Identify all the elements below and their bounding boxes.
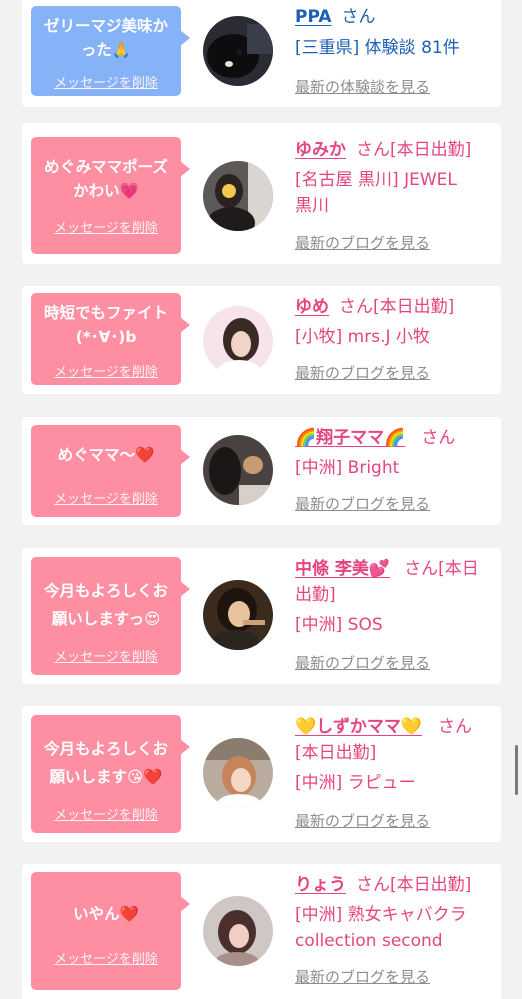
latest-blog-link[interactable]: 最新のブログを見る [295, 362, 430, 383]
sender-name-row: 中條 李美💕 さん[本日 [295, 556, 495, 582]
sender-info: 💛しずかママ💛 さん [本日出勤] [中洲] ラピュー [295, 714, 495, 796]
sender-info: PPA さん [三重県] 体験談 81件 [295, 4, 495, 61]
sender-info: りょう さん[本日出勤] [中洲] 熟女キャバクラ collection seco… [295, 872, 495, 954]
black-dog-avatar-icon[interactable] [203, 16, 273, 86]
woman-photo-avatar-icon[interactable] [203, 896, 273, 966]
sender-name-link[interactable]: ゆめ [295, 297, 329, 317]
attendance-status: [本日出勤] [373, 297, 455, 317]
message-bubble: いやん❤️ メッセージを削除 [31, 872, 190, 990]
sender-name-link[interactable]: ゆみか [295, 140, 346, 160]
message-text-line: 時短でもファイト [43, 304, 168, 322]
attendance-status: [本日出勤] [390, 140, 472, 160]
message-text-line: 今月もよろしくお [43, 740, 168, 758]
delete-message-link[interactable]: メッセージを削除 [31, 72, 181, 91]
message-card: 時短でもファイト (*･∀･)b メッセージを削除 ゆめ さん[本日出勤] [小牧… [22, 286, 501, 394]
attendance-status: [本日出勤] [295, 743, 377, 763]
message-text-line: いやん❤️ [73, 905, 139, 923]
message-text: 今月もよろしくお 願いしますっ😍 [37, 579, 175, 631]
message-text-line: ゼリーマジ美味か [43, 17, 168, 35]
message-text: めぐママ〜❤️ [37, 443, 175, 467]
latest-blog-link[interactable]: 最新のブログを見る [295, 810, 430, 831]
woman-photo-avatar-icon[interactable] [203, 435, 273, 505]
delete-message-link[interactable]: メッセージを削除 [31, 804, 181, 823]
message-text-line: 願いしますっ😍 [51, 610, 161, 628]
delete-message-link[interactable]: メッセージを削除 [31, 488, 181, 507]
honorific: さん [356, 875, 390, 895]
woman-photo-avatar-icon[interactable] [203, 161, 273, 231]
sender-name-row: 🌈翔子ママ🌈 さん [295, 425, 495, 451]
sender-shop-cont: 黒川 [295, 196, 329, 216]
sender-info: 🌈翔子ママ🌈 さん [中洲] Bright [295, 425, 495, 481]
sender-name-row: りょう さん[本日出勤] [295, 872, 495, 898]
delete-message-link[interactable]: メッセージを削除 [31, 361, 181, 380]
message-card: ゼリーマジ美味か った🙏 メッセージを削除 PPA さん [三重県] 体験談 81… [22, 0, 501, 107]
sender-shop: [中洲] SOS [295, 615, 383, 635]
sender-name-link[interactable]: 🌈翔子ママ🌈 [295, 428, 405, 448]
message-text-line: った🙏 [80, 41, 132, 59]
woman-photo-avatar-icon[interactable] [203, 580, 273, 650]
message-card: めぐママ〜❤️ メッセージを削除 🌈翔子ママ🌈 さん [中洲] Bright 最新… [22, 417, 501, 525]
sender-name-link[interactable]: 中條 李美💕 [295, 559, 390, 579]
sender-shop: [三重県] 体験談 81件 [295, 38, 460, 58]
message-text-line: 願いします😘❤️ [49, 768, 163, 786]
scrollbar[interactable] [515, 745, 518, 795]
sender-name-link[interactable]: PPA [295, 7, 332, 27]
sender-shop: [小牧] mrs.J 小牧 [295, 327, 430, 347]
latest-blog-link[interactable]: 最新のブログを見る [295, 232, 430, 253]
message-text: めぐみママポーズ かわい💗 [37, 155, 175, 203]
message-text: ゼリーマジ美味か った🙏 [37, 14, 175, 62]
sender-info: ゆみか さん[本日出勤] [名古屋 黒川] JEWEL 黒川 [295, 137, 495, 219]
sender-name-row: PPA さん [295, 4, 495, 30]
message-text-line: めぐみママポーズ [44, 158, 168, 176]
sender-shop: [中洲] ラピュー [295, 773, 416, 793]
sender-name-row: 💛しずかママ💛 さん [295, 714, 495, 740]
attendance-status-cont: 出勤] [295, 585, 336, 605]
honorific: さん [341, 7, 376, 27]
message-text-line: めぐママ〜❤️ [57, 446, 155, 464]
sender-name-row: ゆめ さん[本日出勤] [295, 294, 495, 320]
message-text: 今月もよろしくお 願いします😘❤️ [37, 737, 175, 789]
message-text: いやん❤️ [37, 902, 175, 926]
message-bubble: ゼリーマジ美味か った🙏 メッセージを削除 [31, 6, 190, 96]
sender-name-link[interactable]: 💛しずかママ💛 [295, 717, 422, 737]
sender-info: 中條 李美💕 さん[本日 出勤] [中洲] SOS [295, 556, 495, 638]
message-bubble: 今月もよろしくお 願いします😘❤️ メッセージを削除 [31, 715, 190, 833]
latest-blog-link[interactable]: 最新のブログを見る [295, 966, 430, 987]
message-card: いやん❤️ メッセージを削除 りょう さん[本日出勤] [中洲] 熟女キャバクラ … [22, 864, 501, 999]
woman-photo-avatar-icon[interactable] [203, 738, 273, 808]
attendance-status: [本日出勤] [390, 875, 472, 895]
sender-name-row: ゆみか さん[本日出勤] [295, 137, 495, 163]
delete-message-link[interactable]: メッセージを削除 [31, 646, 181, 665]
honorific: さん [339, 297, 373, 317]
message-text-line: (*･∀･)b [75, 328, 137, 346]
honorific: さん [356, 140, 390, 160]
message-text: 時短でもファイト (*･∀･)b [37, 301, 175, 349]
message-card: 今月もよろしくお 願いしますっ😍 メッセージを削除 中條 李美💕 さん[本日 出勤… [22, 548, 501, 684]
message-bubble: めぐママ〜❤️ メッセージを削除 [31, 425, 190, 517]
sender-name-link[interactable]: りょう [295, 875, 346, 895]
sender-shop: [中洲] 熟女キャバクラ [295, 905, 467, 925]
message-bubble: めぐみママポーズ かわい💗 メッセージを削除 [31, 137, 190, 254]
latest-blog-link[interactable]: 最新のブログを見る [295, 493, 430, 514]
message-card: 今月もよろしくお 願いします😘❤️ メッセージを削除 💛しずかママ💛 さん [本日… [22, 706, 501, 842]
message-text-line: かわい💗 [73, 182, 139, 200]
latest-blog-link[interactable]: 最新のブログを見る [295, 652, 430, 673]
message-bubble: 今月もよろしくお 願いしますっ😍 メッセージを削除 [31, 557, 190, 675]
honorific: さん [438, 717, 472, 737]
message-bubble: 時短でもファイト (*･∀･)b メッセージを削除 [31, 293, 190, 385]
message-card: めぐみママポーズ かわい💗 メッセージを削除 ゆみか さん[本日出勤] [名古屋 … [22, 123, 501, 264]
sender-info: ゆめ さん[本日出勤] [小牧] mrs.J 小牧 [295, 294, 495, 350]
delete-message-link[interactable]: メッセージを削除 [31, 217, 181, 236]
honorific: さん [404, 559, 439, 579]
sender-shop-cont: collection second [295, 931, 443, 951]
sender-shop: [名古屋 黒川] JEWEL [295, 170, 457, 190]
honorific: さん [421, 428, 456, 448]
message-text-line: 今月もよろしくお [43, 582, 168, 600]
sender-shop: [中洲] Bright [295, 458, 400, 478]
delete-message-link[interactable]: メッセージを削除 [31, 948, 181, 967]
attendance-status: [本日 [438, 559, 479, 579]
woman-photo-avatar-icon[interactable] [203, 306, 273, 376]
latest-review-link[interactable]: 最新の体験談を見る [295, 76, 430, 97]
